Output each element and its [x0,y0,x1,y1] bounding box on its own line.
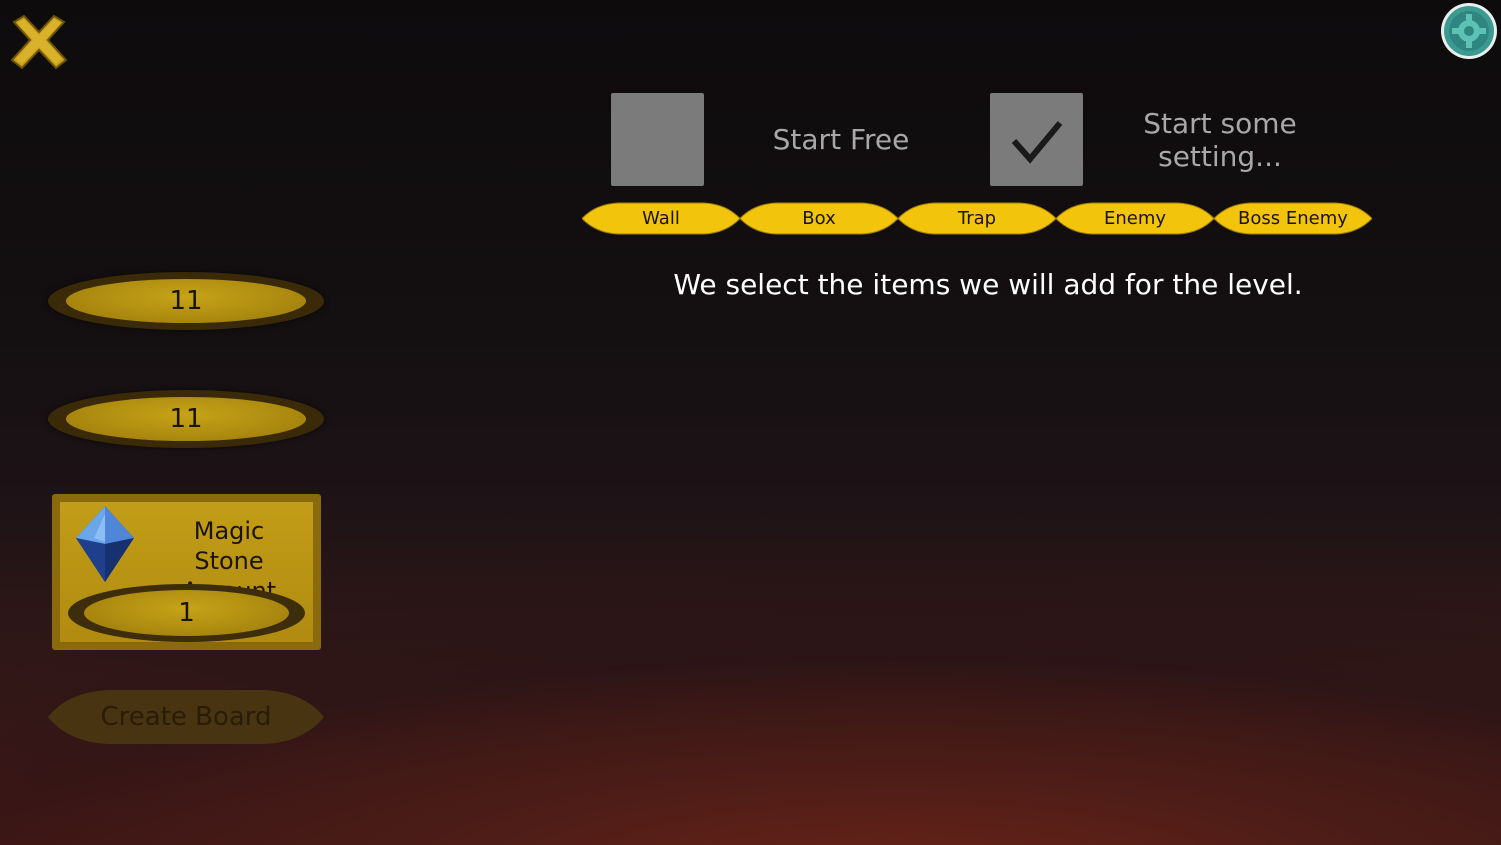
tab-trap[interactable]: Trap [898,202,1056,235]
settings-button[interactable] [1440,2,1498,60]
magic-stone-label-line1: Magic Stone [193,517,265,575]
start-some-setting-checkbox[interactable] [990,93,1083,186]
instruction-text: We select the items we will add for the … [673,268,1303,301]
magic-stone-amount-value: 1 [84,590,289,636]
start-some-setting-label: Start some setting... [1120,107,1320,173]
gear-icon [1441,3,1497,59]
start-some-setting-line1: Start some [1143,107,1297,140]
create-board-button[interactable]: Create Board [48,688,324,746]
start-some-setting-line2: setting... [1158,140,1282,173]
tab-enemy[interactable]: Enemy [1056,202,1214,235]
grid-height-field[interactable]: 11 [48,390,324,448]
magic-stone-panel-body: Magic Stone Amount 1 [60,502,313,642]
blue-gem-icon [76,506,134,582]
tab-box[interactable]: Box [740,202,898,235]
tab-box-label: Box [802,208,836,229]
tab-wall[interactable]: Wall [582,202,740,235]
start-free-checkbox[interactable] [611,93,704,186]
close-button[interactable] [8,12,70,74]
tab-boss-enemy-label: Boss Enemy [1238,208,1348,229]
magic-stone-amount-field[interactable]: 1 [68,584,305,642]
tab-boss-enemy[interactable]: Boss Enemy [1214,202,1372,235]
magic-stone-panel: Magic Stone Amount 1 [52,494,321,650]
start-free-label: Start Free [772,123,910,156]
tab-enemy-label: Enemy [1103,208,1167,229]
grid-width-value: 11 [66,279,306,323]
tab-trap-label: Trap [957,208,997,229]
close-x-icon [10,14,68,70]
create-board-label: Create Board [100,702,272,732]
grid-height-value: 11 [66,397,306,441]
checkmark-icon [1011,121,1063,164]
tab-wall-label: Wall [642,208,680,229]
grid-width-field[interactable]: 11 [48,272,324,330]
